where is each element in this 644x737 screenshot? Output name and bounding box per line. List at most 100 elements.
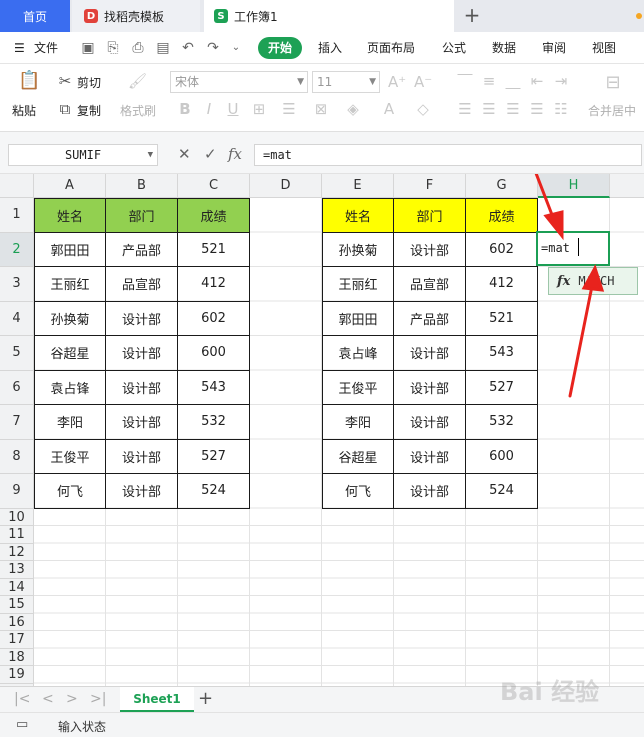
select-all-corner[interactable] <box>0 174 34 198</box>
column-header-a[interactable]: A <box>34 174 106 198</box>
right-table-cell[interactable]: 521 <box>466 301 538 336</box>
scissors-icon[interactable]: ✂ <box>56 72 74 90</box>
more-chevron-icon[interactable]: ⌄ <box>228 40 244 56</box>
right-table-cell[interactable]: 谷超星 <box>322 439 394 474</box>
last-sheet-icon[interactable]: >| <box>90 691 106 707</box>
merge-center-icon[interactable]: ⊟ <box>604 74 622 92</box>
right-table-cell[interactable]: 设计部 <box>394 439 466 474</box>
column-header-f[interactable]: F <box>394 174 466 198</box>
cancel-icon[interactable]: ✕ <box>178 145 191 163</box>
export-icon[interactable]: ⎘ <box>105 40 121 56</box>
copy-icon[interactable]: ⧉ <box>56 100 74 118</box>
column-header-c[interactable]: C <box>178 174 250 198</box>
font-size-select[interactable]: 11 ▼ <box>312 71 380 93</box>
font-color-icon[interactable]: A <box>380 100 398 118</box>
column-header-d[interactable]: D <box>250 174 322 198</box>
menu-formula[interactable]: 公式 <box>442 32 466 64</box>
paste-button[interactable]: 粘贴 <box>12 102 36 119</box>
right-table-cell[interactable]: 设计部 <box>394 474 466 509</box>
left-table-cell[interactable]: 600 <box>178 336 250 371</box>
align-left-icon[interactable]: ☰ <box>456 100 474 118</box>
copy-button[interactable]: 复制 <box>77 102 101 119</box>
row-header-4[interactable]: 4 <box>0 301 34 336</box>
left-table-header-cell[interactable]: 部门 <box>106 198 178 233</box>
right-table-cell[interactable]: 543 <box>466 336 538 371</box>
row-header-17[interactable]: 17 <box>0 631 34 649</box>
align-middle-icon[interactable]: ≡ <box>480 72 498 90</box>
right-table-cell[interactable]: 产品部 <box>394 301 466 336</box>
row-header-19[interactable]: 19 <box>0 666 34 684</box>
row-header-18[interactable]: 18 <box>0 648 34 666</box>
align-center-icon[interactable]: ☰ <box>480 100 498 118</box>
bold-icon[interactable]: B <box>176 100 194 118</box>
left-table-cell[interactable]: 孙换菊 <box>34 301 106 336</box>
border-icon[interactable]: ⊞ <box>250 100 268 118</box>
align-right-icon[interactable]: ☰ <box>504 100 522 118</box>
right-table-cell[interactable]: 李阳 <box>322 405 394 440</box>
justify-icon[interactable]: ☰ <box>528 100 546 118</box>
hamburger-menu-icon[interactable]: ☰ <box>14 32 25 64</box>
row-header-13[interactable]: 13 <box>0 561 34 579</box>
right-table-cell[interactable]: 孙换菊 <box>322 232 394 267</box>
left-table-cell[interactable]: 王丽红 <box>34 267 106 302</box>
menu-start[interactable]: 开始 <box>258 37 303 59</box>
menu-review[interactable]: 审阅 <box>542 32 566 64</box>
row-header-15[interactable]: 15 <box>0 596 34 614</box>
distributed-icon[interactable]: ☷ <box>552 100 570 118</box>
right-table-cell[interactable]: 设计部 <box>394 336 466 371</box>
left-table-cell[interactable]: 设计部 <box>106 301 178 336</box>
save-icon[interactable]: ▣ <box>80 40 96 56</box>
confirm-icon[interactable]: ✓ <box>204 145 217 163</box>
row-header-3[interactable]: 3 <box>0 267 34 302</box>
formula-input[interactable]: =mat <box>254 144 642 166</box>
row-header-14[interactable]: 14 <box>0 578 34 596</box>
column-header-b[interactable]: B <box>106 174 178 198</box>
column-header-e[interactable]: E <box>322 174 394 198</box>
merge-center-button[interactable]: 合并居中 <box>588 102 636 119</box>
align-top-icon[interactable]: ⎺ <box>456 72 474 90</box>
right-table-cell[interactable]: 王丽红 <box>322 267 394 302</box>
cut-button[interactable]: 剪切 <box>77 74 101 91</box>
format-painter-button[interactable]: 格式刷 <box>120 102 156 119</box>
right-table-header-cell[interactable]: 部门 <box>394 198 466 233</box>
right-table-cell[interactable]: 524 <box>466 474 538 509</box>
left-table-cell[interactable]: 设计部 <box>106 439 178 474</box>
align-bottom-icon[interactable]: ⎽ <box>504 72 522 90</box>
right-table-cell[interactable]: 郭田田 <box>322 301 394 336</box>
row-header-8[interactable]: 8 <box>0 439 34 474</box>
highlight-icon[interactable]: ◈ <box>344 100 362 118</box>
row-header-9[interactable]: 9 <box>0 474 34 509</box>
row-header-7[interactable]: 7 <box>0 405 34 440</box>
row-header-11[interactable]: 11 <box>0 526 34 544</box>
prev-sheet-icon[interactable]: < <box>42 691 54 707</box>
left-table-cell[interactable]: 何飞 <box>34 474 106 509</box>
left-table-cell[interactable]: 设计部 <box>106 474 178 509</box>
fill-color-icon[interactable]: ⊠ <box>312 100 330 118</box>
left-table-cell[interactable]: 543 <box>178 370 250 405</box>
new-tab-plus-icon[interactable]: + <box>462 4 482 28</box>
left-table-header-cell[interactable]: 成绩 <box>178 198 250 233</box>
right-table-cell[interactable]: 设计部 <box>394 405 466 440</box>
menu-insert[interactable]: 插入 <box>318 32 342 64</box>
row-header-12[interactable]: 12 <box>0 543 34 561</box>
right-table-cell[interactable]: 602 <box>466 232 538 267</box>
right-table-cell[interactable]: 412 <box>466 267 538 302</box>
name-box[interactable]: SUMIF ▼ <box>8 144 158 166</box>
menu-view[interactable]: 视图 <box>592 32 616 64</box>
right-table-cell[interactable]: 532 <box>466 405 538 440</box>
left-table-cell[interactable]: 设计部 <box>106 336 178 371</box>
right-table-cell[interactable]: 527 <box>466 370 538 405</box>
paste-icon[interactable]: 📋 <box>18 72 40 90</box>
format-painter-icon[interactable]: 🖌 <box>128 72 147 90</box>
column-header-h[interactable]: H <box>538 174 610 198</box>
add-sheet-plus-icon[interactable]: + <box>198 688 213 710</box>
right-table-cell[interactable]: 何飞 <box>322 474 394 509</box>
right-table-cell[interactable]: 设计部 <box>394 370 466 405</box>
next-sheet-icon[interactable]: > <box>66 691 78 707</box>
tab-template[interactable]: D 找稻壳模板 <box>72 0 200 32</box>
italic-icon[interactable]: I <box>200 100 218 118</box>
right-table-cell[interactable]: 设计部 <box>394 232 466 267</box>
underline-icon[interactable]: U <box>224 100 242 118</box>
left-table-cell[interactable]: 李阳 <box>34 405 106 440</box>
active-cell-h2[interactable]: =mat <box>536 231 610 266</box>
